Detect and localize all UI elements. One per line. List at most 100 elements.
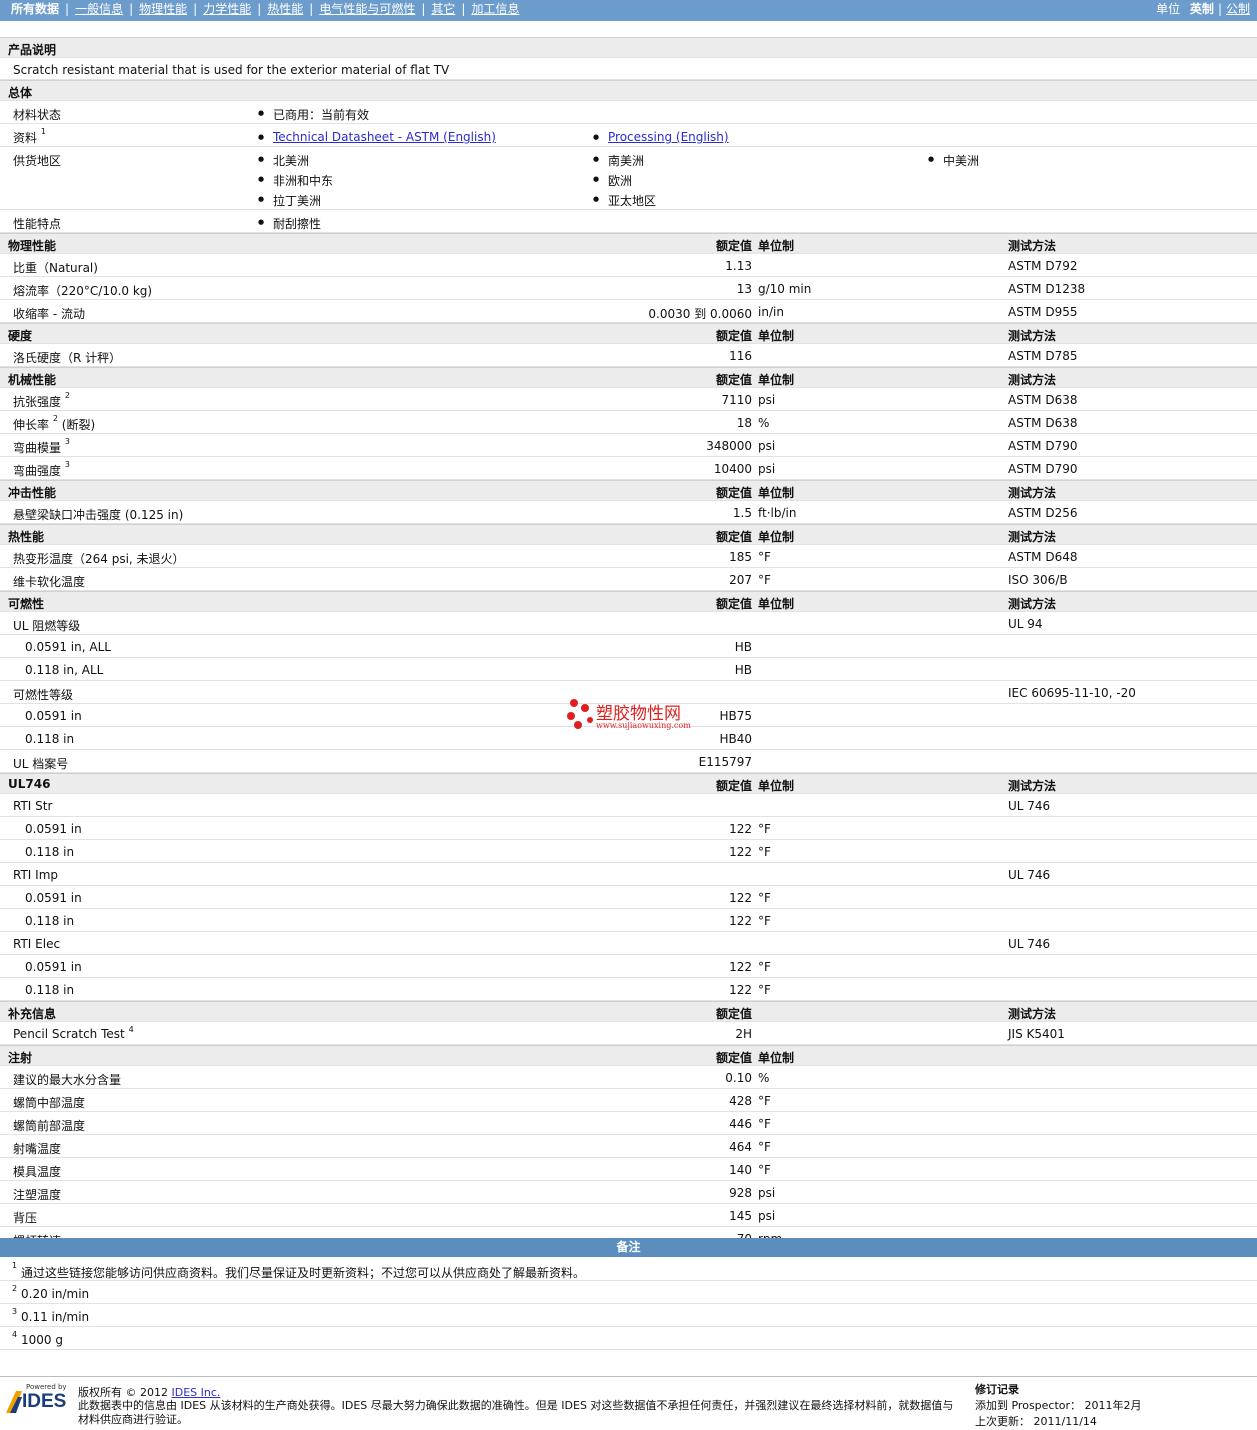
test-method: ASTM D256 xyxy=(1008,506,1078,520)
property-unit: °F xyxy=(758,1094,771,1108)
property-label: 注塑温度 xyxy=(13,1188,62,1202)
header-value: 额定值 xyxy=(715,530,752,544)
region-item: 非洲和中东 xyxy=(258,172,333,189)
logo-powered-by: Powered by xyxy=(26,1383,67,1391)
property-unit: °F xyxy=(758,914,771,928)
units-label: 单位 xyxy=(1156,2,1181,16)
property-value: HB xyxy=(734,663,752,677)
header-value: 额定值 xyxy=(715,1007,752,1021)
nav-electrical[interactable]: 电气性能与可燃性 xyxy=(319,2,415,16)
nav-other[interactable]: 其它 xyxy=(431,2,455,16)
property-value: 1.13 xyxy=(725,259,752,273)
property-value: 122 xyxy=(729,983,752,997)
nav-mechanical[interactable]: 力学性能 xyxy=(203,2,251,16)
region-item: 中美洲 xyxy=(928,152,979,169)
section-title: 冲击性能 xyxy=(8,486,57,500)
property-label: 热变形温度（264 psi, 未退火） xyxy=(13,552,185,566)
property-label: 伸长率 2 (断裂) xyxy=(13,414,96,432)
property-row: 0.118 in, ALL HB xyxy=(0,658,1257,681)
section-title: 热性能 xyxy=(8,530,45,544)
watermark: 塑胶物性网 www.sujiaowuxing.com xyxy=(566,697,706,733)
header-unit: 单位制 xyxy=(758,373,795,387)
test-method: ASTM D790 xyxy=(1008,439,1078,453)
unit-english[interactable]: 英制 xyxy=(1190,2,1214,16)
property-unit: % xyxy=(758,1071,770,1085)
property-value: 7110 xyxy=(721,393,752,407)
property-row: RTI Elec UL 746 xyxy=(0,932,1257,955)
property-row: 螺筒前部温度 446 °F xyxy=(0,1112,1257,1135)
property-value: 122 xyxy=(729,845,752,859)
property-label: 抗张强度 2 xyxy=(13,391,70,409)
property-row: Pencil Scratch Test 4 2H JIS K5401 xyxy=(0,1022,1257,1045)
note-item: 1 通过这些链接您能够访问供应商资料。我们尽量保证及时更新资料；不过您可以从供应商… xyxy=(0,1258,1257,1281)
ides-logo[interactable]: Powered by IDES xyxy=(6,1383,70,1417)
property-unit: °F xyxy=(758,1117,771,1131)
doc-link-datasheet[interactable]: Technical Datasheet - ASTM (English) xyxy=(273,130,496,144)
property-unit: °F xyxy=(758,845,771,859)
feature-item: 耐刮擦性 xyxy=(258,215,321,232)
property-row: 注塑温度 928 psi xyxy=(0,1181,1257,1204)
property-row: 0.0591 in 122 °F xyxy=(0,817,1257,840)
property-value: 122 xyxy=(729,891,752,905)
property-value: 116 xyxy=(729,349,752,363)
section-title: UL746 xyxy=(8,777,51,791)
nav-thermal[interactable]: 热性能 xyxy=(267,2,303,16)
test-method: ISO 306/B xyxy=(1008,573,1068,587)
section-mechanical: 机械性能 额定值 单位制 测试方法 xyxy=(0,367,1257,388)
property-label: 螺筒前部温度 xyxy=(13,1119,86,1133)
property-label: 螺筒中部温度 xyxy=(13,1096,86,1110)
property-unit: °F xyxy=(758,573,771,587)
property-row: 0.0591 in, ALL HB xyxy=(0,635,1257,658)
nav-general-info[interactable]: 一般信息 xyxy=(75,2,123,16)
nav-all-data[interactable]: 所有数据 xyxy=(11,2,59,16)
header-value: 额定值 xyxy=(715,1051,752,1065)
property-unit: °F xyxy=(758,983,771,997)
property-value: 2H xyxy=(735,1027,752,1041)
copyright-line: 版权所有 © 2012 IDES Inc. xyxy=(78,1384,220,1400)
header-unit: 单位制 xyxy=(758,239,795,253)
section-title: 可燃性 xyxy=(8,597,45,611)
property-label: 0.0591 in xyxy=(25,709,82,723)
property-row: 抗张强度 2 7110 psi ASTM D638 xyxy=(0,388,1257,411)
watermark-url: www.sujiaowuxing.com xyxy=(596,721,691,730)
property-row: 螺筒中部温度 428 °F xyxy=(0,1089,1257,1112)
property-value: E115797 xyxy=(698,755,752,769)
revision-updated: 上次更新： 2011/11/14 xyxy=(975,1415,1097,1428)
property-label: 悬壁梁缺口冲击强度 (0.125 in) xyxy=(13,508,184,522)
test-method: UL 746 xyxy=(1008,937,1051,951)
documents-row: 资料 1 Technical Datasheet - ASTM (English… xyxy=(0,124,1257,147)
nav-physical[interactable]: 物理性能 xyxy=(139,2,187,16)
section-general: 总体 xyxy=(0,80,1257,101)
test-method: IEC 60695-11-10, -20 xyxy=(1008,686,1136,700)
section-hardness: 硬度 额定值 单位制 测试方法 xyxy=(0,323,1257,344)
regions-row: 供货地区 北美洲 南美洲 中美洲 非洲和中东 欧洲 拉丁美洲 亚太地区 xyxy=(0,147,1257,210)
property-row: 熔流率（220°C/10.0 kg) 13 g/10 min ASTM D1238 xyxy=(0,277,1257,300)
doc-link-processing[interactable]: Processing (English) xyxy=(608,130,729,144)
property-row: 建议的最大水分含量 0.10% xyxy=(0,1066,1257,1089)
property-value: 428 xyxy=(729,1094,752,1108)
property-row: 热变形温度（264 psi, 未退火） 185 °F ASTM D648 xyxy=(0,545,1257,568)
property-value: 10400 xyxy=(713,462,752,476)
header-method: 测试方法 xyxy=(1008,597,1057,611)
property-unit: °F xyxy=(758,960,771,974)
section-physical: 物理性能 额定值 单位制 测试方法 xyxy=(0,233,1257,254)
header-unit: 单位制 xyxy=(758,597,795,611)
section-title: 物理性能 xyxy=(8,239,57,253)
header-value: 额定值 xyxy=(715,373,752,387)
property-value: 446 xyxy=(729,1117,752,1131)
header-method: 测试方法 xyxy=(1008,373,1057,387)
property-value: 140 xyxy=(729,1163,752,1177)
property-label: 0.118 in xyxy=(25,732,75,746)
property-value: 0.10 xyxy=(725,1071,752,1085)
doc-item: Processing (English) xyxy=(593,130,729,144)
property-value: HB40 xyxy=(719,732,752,746)
note-item: 3 0.11 in/min xyxy=(0,1304,1257,1327)
test-method: JIS K5401 xyxy=(1008,1027,1065,1041)
prop-label: 供货地区 xyxy=(13,154,62,168)
nav-processing[interactable]: 加工信息 xyxy=(471,2,519,16)
property-row: 弯曲模量 3 348000 psi ASTM D790 xyxy=(0,434,1257,457)
ides-link[interactable]: IDES Inc. xyxy=(172,1386,221,1399)
section-title: 硬度 xyxy=(8,329,33,343)
property-label: 背压 xyxy=(13,1211,38,1225)
unit-metric-link[interactable]: 公制 xyxy=(1226,2,1250,16)
